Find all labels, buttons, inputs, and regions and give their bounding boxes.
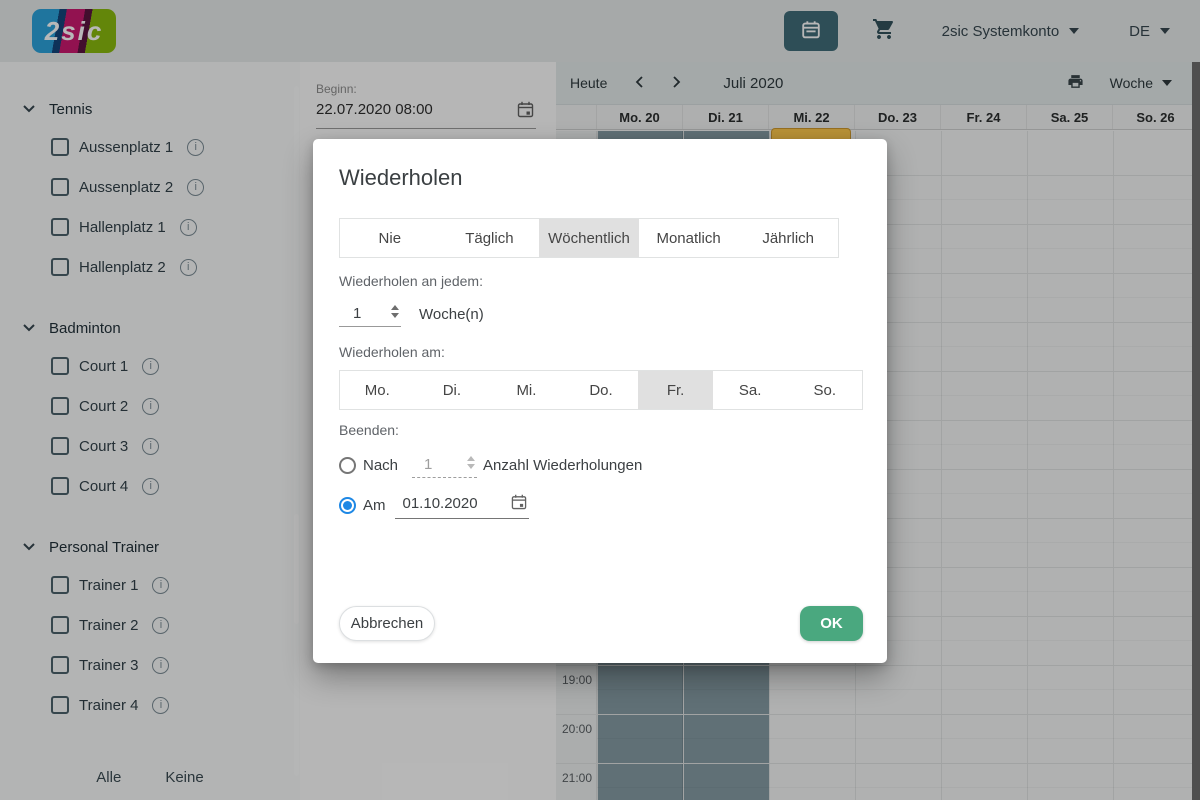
end-label: Beenden: bbox=[339, 422, 399, 438]
weekday-button[interactable]: Do. bbox=[564, 371, 639, 409]
frequency-tab[interactable]: Monatlich bbox=[639, 219, 739, 257]
end-after-radio[interactable] bbox=[339, 456, 356, 474]
interval-value: 1 bbox=[353, 305, 362, 322]
weekday-button[interactable]: Mo. bbox=[340, 371, 415, 409]
dialog-title: Wiederholen bbox=[339, 165, 463, 190]
ok-button[interactable]: OK bbox=[800, 606, 863, 641]
frequency-tab[interactable]: Jährlich bbox=[738, 219, 838, 257]
weekdays-label: Wiederholen am: bbox=[339, 344, 445, 360]
interval-label: Wiederholen an jedem: bbox=[339, 273, 483, 289]
end-on-row: Am 01.10.2020 bbox=[339, 488, 863, 522]
repeat-dialog: Wiederholen Nie Täglich Wöchentlich Monatli… bbox=[313, 139, 887, 663]
weekday-button[interactable]: So. bbox=[787, 371, 862, 409]
frequency-tab[interactable]: Wöchentlich bbox=[539, 219, 639, 257]
stepper-icon[interactable] bbox=[467, 456, 476, 469]
frequency-tab[interactable]: Täglich bbox=[440, 219, 540, 257]
interval-unit: Woche(n) bbox=[419, 305, 484, 323]
end-after-row: Nach 1 Anzahl Wiederholungen bbox=[339, 450, 863, 480]
occurrence-count-value: 1 bbox=[424, 456, 433, 473]
weekday-button[interactable]: Sa. bbox=[713, 371, 788, 409]
weekday-button[interactable]: Di. bbox=[415, 371, 490, 409]
end-date-input[interactable]: 01.10.2020 bbox=[394, 491, 529, 519]
end-on-radio[interactable] bbox=[339, 496, 356, 514]
end-after-suffix: Anzahl Wiederholungen bbox=[483, 456, 643, 474]
stepper-icon[interactable] bbox=[391, 305, 399, 318]
weekday-button[interactable]: Fr. bbox=[638, 371, 713, 409]
cancel-button[interactable]: Abbrechen bbox=[339, 606, 435, 641]
interval-row: 1 Woche(n) bbox=[339, 299, 863, 329]
occurrence-count-input[interactable]: 1 bbox=[412, 452, 478, 478]
frequency-tab[interactable]: Nie bbox=[340, 219, 440, 257]
end-after-label: Nach bbox=[363, 456, 399, 474]
end-date-value: 01.10.2020 bbox=[402, 495, 478, 512]
app-root: 2sic 2sic Systemkonto DE Tennis Aussenpla… bbox=[0, 0, 1200, 800]
weekday-bar: Mo. Di. Mi. Do. Fr. Sa. So. bbox=[339, 370, 863, 410]
frequency-tabs: Nie Täglich Wöchentlich Monatlich Jährlich bbox=[339, 218, 839, 258]
calendar-icon[interactable] bbox=[511, 494, 527, 515]
end-on-label: Am bbox=[363, 496, 386, 514]
weekday-button[interactable]: Mi. bbox=[489, 371, 564, 409]
interval-input[interactable]: 1 bbox=[339, 301, 401, 327]
